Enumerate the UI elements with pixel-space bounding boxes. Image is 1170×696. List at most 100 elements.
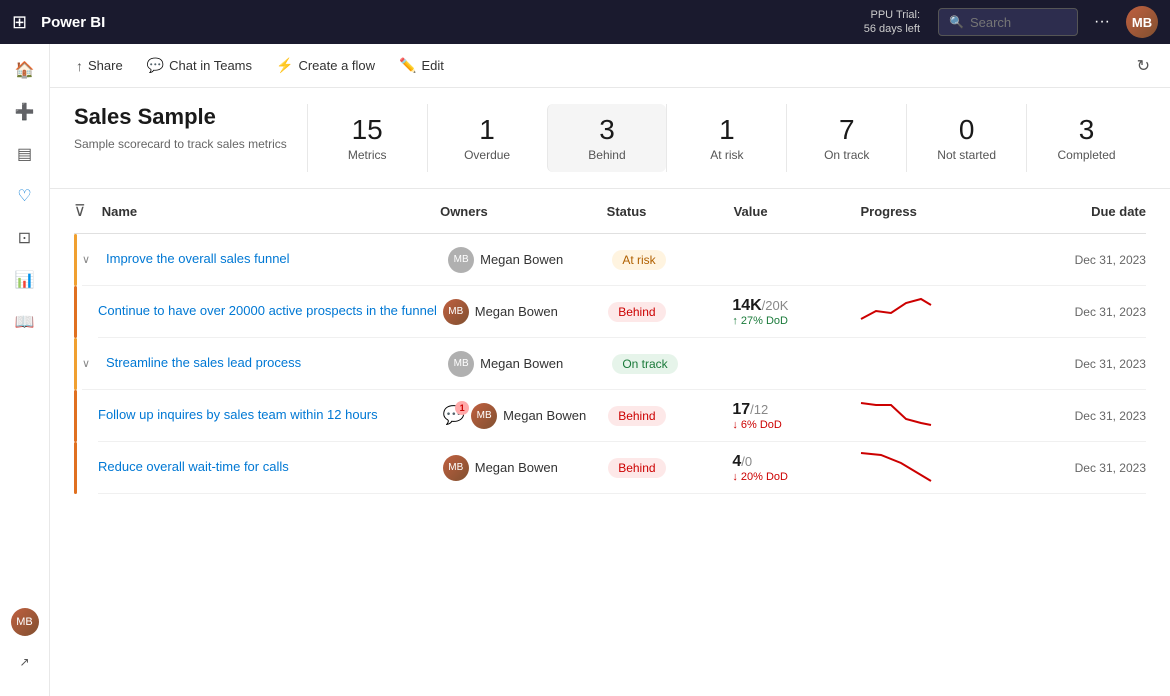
owner-avatar: MB xyxy=(443,455,469,481)
row-1-status: At risk xyxy=(612,250,735,270)
sidebar-item-browse[interactable]: ▤ xyxy=(7,136,43,172)
row-2-name[interactable]: Continue to have over 20000 active prosp… xyxy=(98,294,443,328)
row-5-duedate: Dec 31, 2023 xyxy=(1022,461,1146,475)
table-row-5: Reduce overall wait-time for calls MB Me… xyxy=(98,442,1146,494)
refresh-button[interactable]: ↻ xyxy=(1133,52,1154,80)
row-2-owners: MB Megan Bowen xyxy=(443,299,608,325)
row-4-progress xyxy=(856,395,1021,436)
sidebar-item-home[interactable]: 🏠 xyxy=(7,52,43,88)
scorecard-cards: 15Metrics1Overdue3Behind1At risk7On trac… xyxy=(307,104,1146,172)
col-value-header: Value xyxy=(734,204,853,219)
scorecard-card-completed[interactable]: 3Completed xyxy=(1026,104,1146,172)
row-2-progress xyxy=(856,291,1021,332)
owner-avatar: MB xyxy=(443,299,469,325)
row-accent xyxy=(74,234,77,286)
sidebar: 🏠 ➕ ▤ ♡ ⊡ 📊 📖 MB ↗ xyxy=(0,44,50,696)
table-row-3: ∨ Streamline the sales lead process MB M… xyxy=(82,338,1146,390)
table-row: Follow up inquires by sales team within … xyxy=(74,390,1146,442)
sidebar-item-learn[interactable]: 📖 xyxy=(7,304,43,340)
row-5-progress xyxy=(856,447,1021,488)
row-4-owners: 💬 1 MB Megan Bowen xyxy=(443,403,608,429)
col-duedate-header: Due date xyxy=(1027,204,1146,219)
share-icon: ↑ xyxy=(76,58,83,74)
status-badge: On track xyxy=(612,354,677,374)
topbar: ⊞ Power BI PPU Trial: 56 days left 🔍 ···… xyxy=(0,0,1170,44)
search-icon: 🔍 xyxy=(949,15,964,29)
scorecard-card-overdue[interactable]: 1Overdue xyxy=(427,104,547,172)
col-owners-header: Owners xyxy=(440,204,599,219)
sidebar-avatar[interactable]: MB xyxy=(11,608,39,636)
progress-chart xyxy=(856,291,936,327)
row-4-name[interactable]: Follow up inquires by sales team within … xyxy=(98,398,443,432)
main-content: Sales Sample Sample scorecard to track s… xyxy=(50,88,1170,696)
owner-name: Megan Bowen xyxy=(503,408,586,423)
grid-icon[interactable]: ⊞ xyxy=(12,12,27,33)
row-1-duedate: Dec 31, 2023 xyxy=(1023,253,1146,267)
row-4-status: Behind xyxy=(608,406,732,426)
filter-icon[interactable]: ⊽ xyxy=(74,201,86,221)
sidebar-item-favorites[interactable]: ♡ xyxy=(7,178,43,214)
table-row-2: Continue to have over 20000 active prosp… xyxy=(98,286,1146,338)
share-button[interactable]: ↑ Share xyxy=(66,54,133,78)
row-2-duedate: Dec 31, 2023 xyxy=(1022,305,1146,319)
sidebar-item-expand[interactable]: ↗ xyxy=(7,644,43,680)
trial-info: PPU Trial: 56 days left xyxy=(864,8,920,37)
scorecard-subtitle: Sample scorecard to track sales metrics xyxy=(74,136,287,153)
scorecard-card-not-started[interactable]: 0Not started xyxy=(906,104,1026,172)
progress-chart xyxy=(856,447,936,483)
notif-container: 💬 1 xyxy=(443,405,465,426)
scorecard-title-block: Sales Sample Sample scorecard to track s… xyxy=(74,104,307,172)
table-row-1: ∨ Improve the overall sales funnel MB Me… xyxy=(82,234,1146,286)
sidebar-item-metrics[interactable]: 📊 xyxy=(7,262,43,298)
status-badge: Behind xyxy=(608,406,665,426)
search-input[interactable] xyxy=(970,15,1067,30)
status-badge: At risk xyxy=(612,250,665,270)
row-3-name[interactable]: Streamline the sales lead process xyxy=(106,346,448,380)
chat-in-teams-button[interactable]: 💬 Chat in Teams xyxy=(137,53,262,78)
status-badge: Behind xyxy=(608,302,665,322)
row-5-name[interactable]: Reduce overall wait-time for calls xyxy=(98,450,443,484)
app-logo: Power BI xyxy=(41,14,854,31)
table-row: Reduce overall wait-time for calls MB Me… xyxy=(74,442,1146,494)
scorecard-card-behind[interactable]: 3Behind xyxy=(547,104,667,172)
row-accent xyxy=(74,390,77,442)
col-status-header: Status xyxy=(607,204,726,219)
table-row: ∨ Improve the overall sales funnel MB Me… xyxy=(74,234,1146,286)
row-5-value: 4/0 ↓ 20% DoD xyxy=(732,453,856,483)
content-area: 🏠 ➕ ▤ ♡ ⊡ 📊 📖 MB ↗ ↑ Share 💬 Chat in Tea… xyxy=(0,44,1170,696)
avatar[interactable]: MB xyxy=(1126,6,1158,38)
search-box[interactable]: 🔍 xyxy=(938,8,1078,36)
row-accent xyxy=(74,442,77,494)
expand-icon[interactable]: ∨ xyxy=(82,357,98,370)
edit-icon: ✏️ xyxy=(399,57,416,74)
owner-name: Megan Bowen xyxy=(480,252,563,267)
row-1-owners: MB Megan Bowen xyxy=(448,247,612,273)
owner-name: Megan Bowen xyxy=(475,304,558,319)
sidebar-item-apps[interactable]: ⊡ xyxy=(7,220,43,256)
create-flow-button[interactable]: ⚡ Create a flow xyxy=(266,53,385,78)
scorecard-header: Sales Sample Sample scorecard to track s… xyxy=(50,88,1170,189)
sidebar-item-create[interactable]: ➕ xyxy=(7,94,43,130)
owner-avatar: MB xyxy=(448,351,474,377)
scorecard-card-metrics[interactable]: 15Metrics xyxy=(307,104,427,172)
notification-badge: 1 xyxy=(455,401,469,415)
owner-name: Megan Bowen xyxy=(480,356,563,371)
more-options-button[interactable]: ··· xyxy=(1094,13,1110,31)
expand-icon[interactable]: ∨ xyxy=(82,253,98,266)
row-4-duedate: Dec 31, 2023 xyxy=(1022,409,1146,423)
scorecard-card-at-risk[interactable]: 1At risk xyxy=(666,104,786,172)
progress-chart xyxy=(856,395,936,431)
row-1-name[interactable]: Improve the overall sales funnel xyxy=(106,242,448,276)
row-3-status: On track xyxy=(612,354,735,374)
row-5-status: Behind xyxy=(608,458,732,478)
row-2-value: 14K/20K ↑ 27% DoD xyxy=(732,297,856,327)
row-2-status: Behind xyxy=(608,302,732,322)
col-progress-header: Progress xyxy=(861,204,1020,219)
owner-name: Megan Bowen xyxy=(475,460,558,475)
toolbar: ↑ Share 💬 Chat in Teams ⚡ Create a flow … xyxy=(50,44,1170,88)
edit-button[interactable]: ✏️ Edit xyxy=(389,53,454,78)
row-3-owners: MB Megan Bowen xyxy=(448,351,612,377)
row-3-duedate: Dec 31, 2023 xyxy=(1023,357,1146,371)
table-row-4: Follow up inquires by sales team within … xyxy=(98,390,1146,442)
scorecard-card-on-track[interactable]: 7On track xyxy=(786,104,906,172)
